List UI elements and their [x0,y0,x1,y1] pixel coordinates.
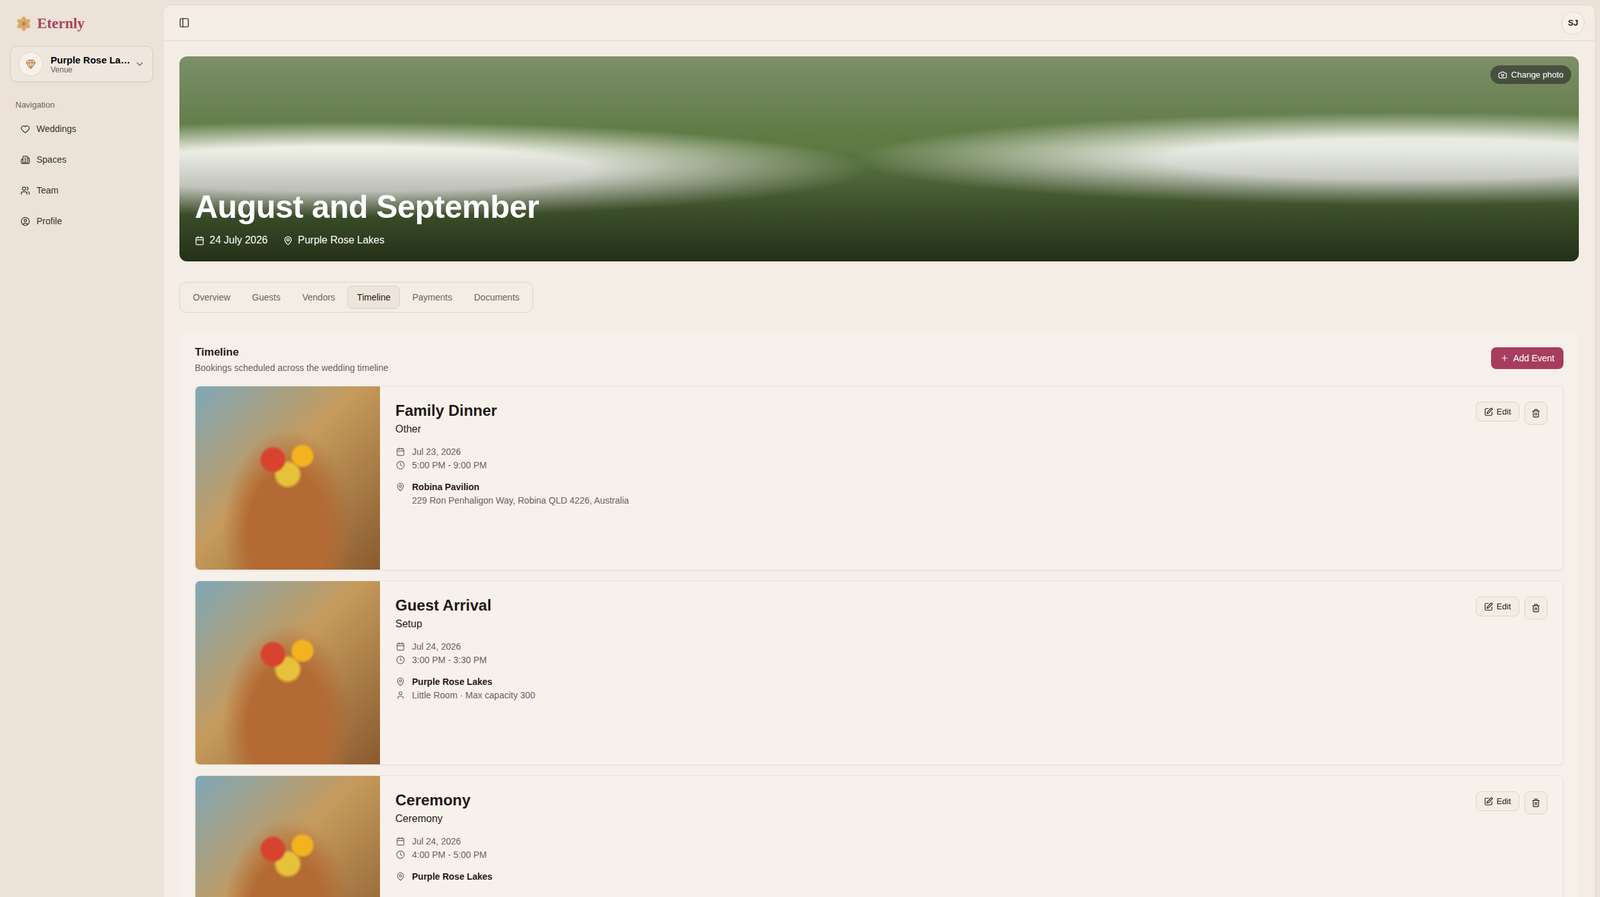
event-card: Family Dinner Other Jul 23, 2026 5:00 PM - … [194,385,1564,571]
event-date: Jul 23, 2026 [395,446,1461,457]
event-type: Other [395,423,1461,436]
user-avatar[interactable]: SJ [1561,11,1585,35]
event-time: 5:00 PM - 9:00 PM [395,460,1461,471]
map-pin-icon [395,872,405,882]
top-bar: SJ [163,5,1595,42]
sidebar-item[interactable]: Profile [10,208,154,234]
sidebar-item[interactable]: Team [10,177,154,204]
trash-icon [1531,603,1541,613]
app: Eternly Purple Rose La…Venue Navigation Wed… [0,0,1600,897]
clock-icon [395,460,405,470]
wedding-meta: 24 July 2026 Purple Rose Lakes [194,234,1564,247]
users-icon [20,185,31,196]
event-venue: Purple Rose Lakes [395,871,1461,882]
panel-left-icon [178,17,190,29]
timeline-card: Timeline Bookings scheduled across the we… [179,331,1579,897]
trash-icon [1531,798,1541,808]
edit-icon [1484,407,1493,417]
tab[interactable]: Documents [464,285,530,309]
wedding-location: Purple Rose Lakes [283,234,385,247]
event-type: Setup [395,618,1461,630]
logo[interactable]: Eternly [10,15,154,33]
tab[interactable]: Vendors [292,285,345,309]
content: Change photo August and September 24 July … [163,41,1595,897]
venue-name: Purple Rose La… [50,54,127,66]
sidebar: Eternly Purple Rose La…Venue Navigation Wed… [0,0,164,897]
timeline-title: Timeline [194,346,389,359]
delete-button[interactable] [1524,596,1548,620]
event-time: 3:00 PM - 3:30 PM [395,654,1461,666]
map-pin-icon [283,235,293,246]
event-name: Family Dinner [395,401,1461,420]
sidebar-item[interactable]: Weddings [10,115,154,142]
gem-icon [25,58,36,70]
edit-icon [1484,797,1493,807]
map-pin-icon [395,482,405,492]
tabs: OverviewGuestsVendorsTimelinePaymentsDoc… [179,281,534,313]
edit-icon [1484,602,1493,612]
event-card: Ceremony Ceremony Jul 24, 2026 4:00 PM - 5:… [194,775,1564,897]
event-type: Ceremony [395,813,1461,825]
event-card: Guest Arrival Setup Jul 24, 2026 3:00 PM - … [194,580,1564,766]
change-photo-button[interactable]: Change photo [1490,65,1572,84]
plus-icon [1500,353,1510,363]
map-pin-icon [395,677,405,687]
main: SJ Change photo August and September 24 Jul… [163,5,1595,897]
event-room: Little Room · Max capacity 300 [395,690,1461,701]
event-image [195,775,380,897]
clock-icon [395,655,405,665]
event-venue: Purple Rose Lakes [395,676,1461,687]
tab[interactable]: Overview [183,285,240,309]
camera-icon [1498,70,1508,80]
nav-list: Weddings Spaces Team Profile [10,115,154,234]
chevron-down-icon [134,58,145,70]
tab[interactable]: Guests [242,285,290,309]
delete-button[interactable] [1524,401,1548,425]
event-venue: Robina Pavilion [395,481,1461,493]
tab[interactable]: Payments [402,285,462,309]
edit-button[interactable]: Edit [1475,596,1520,617]
sidebar-toggle[interactable] [176,14,193,31]
timeline-subtitle: Bookings scheduled across the wedding ti… [194,362,389,373]
tab[interactable]: Timeline [347,285,400,309]
event-name: Ceremony [395,791,1461,810]
event-name: Guest Arrival [395,596,1461,615]
wedding-title: August and September [194,188,1564,226]
add-event-button[interactable]: Add Event [1491,347,1564,370]
trash-icon [1531,408,1541,418]
venue-badge [18,51,43,77]
event-date: Jul 24, 2026 [395,836,1461,847]
calendar-icon [395,642,405,652]
calendar-icon [395,836,405,846]
person-icon [395,690,405,700]
clock-icon [395,850,405,860]
heart-icon [20,124,31,134]
delete-button[interactable] [1524,791,1548,815]
event-image [195,581,380,765]
event-time: 4:00 PM - 5:00 PM [395,849,1461,860]
edit-button[interactable]: Edit [1475,401,1520,422]
profile-icon [20,216,31,227]
calendar-icon [194,235,205,246]
wedding-date: 24 July 2026 [194,234,268,247]
nav-section-label: Navigation [10,99,154,110]
sidebar-item[interactable]: Spaces [10,146,154,173]
edit-button[interactable]: Edit [1475,791,1520,812]
building-icon [20,155,31,165]
calendar-icon [395,447,405,457]
venue-switcher[interactable]: Purple Rose La…Venue [10,46,154,83]
event-image [195,386,380,570]
event-list: Family Dinner Other Jul 23, 2026 5:00 PM - … [194,385,1564,897]
venue-role: Venue [50,65,127,75]
event-address: 229 Ron Penhaligon Way, Robina QLD 4226,… [395,495,1461,506]
hero-banner: Change photo August and September 24 July … [179,56,1579,262]
flower-logo-icon [15,15,33,33]
event-date: Jul 24, 2026 [395,641,1461,652]
